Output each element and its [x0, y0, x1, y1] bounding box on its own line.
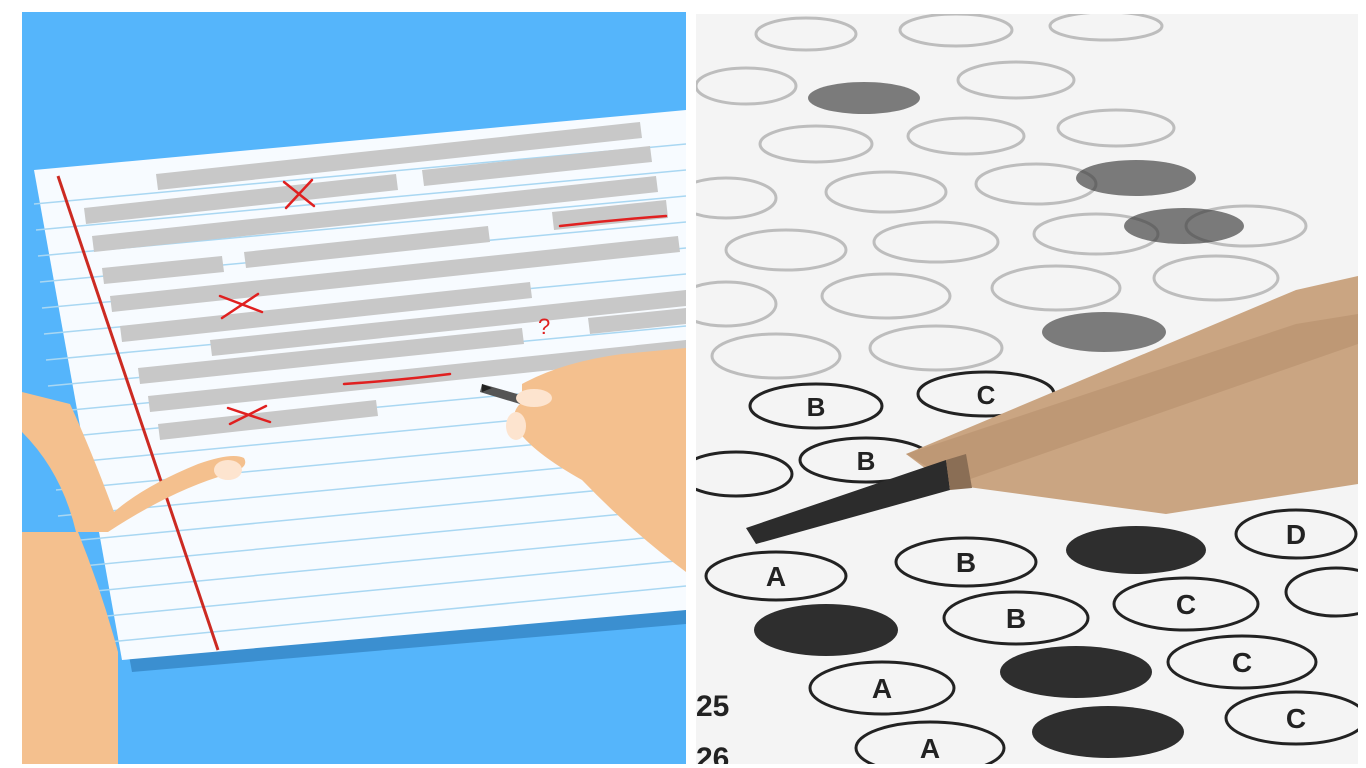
bubble-letter: B	[857, 446, 876, 476]
right-photo-panel: B C B D B A B C A C A C 25 26	[696, 14, 1358, 764]
bubble-letter: B	[1006, 603, 1026, 634]
bubble-letter: C	[1176, 589, 1196, 620]
bubble-letter: B	[956, 547, 976, 578]
paper-correction-illustration: ?	[22, 110, 686, 764]
question-number: 26	[696, 742, 729, 764]
bubble-letter: A	[920, 733, 940, 764]
bubble-letter: B	[807, 392, 826, 422]
left-illustration-panel: ?	[22, 12, 686, 764]
answer-sheet-photo: B C B D B A B C A C A C 25 26	[696, 14, 1358, 764]
bubble-letter: C	[977, 380, 996, 410]
bubble-letter: D	[1286, 519, 1306, 550]
bubble-letter: C	[1232, 647, 1252, 678]
bubble-letter: C	[1286, 703, 1306, 734]
bubble-letter: A	[872, 673, 892, 704]
question-mark: ?	[538, 314, 550, 339]
question-number: 25	[696, 690, 729, 723]
bubble-letter: A	[766, 561, 786, 592]
